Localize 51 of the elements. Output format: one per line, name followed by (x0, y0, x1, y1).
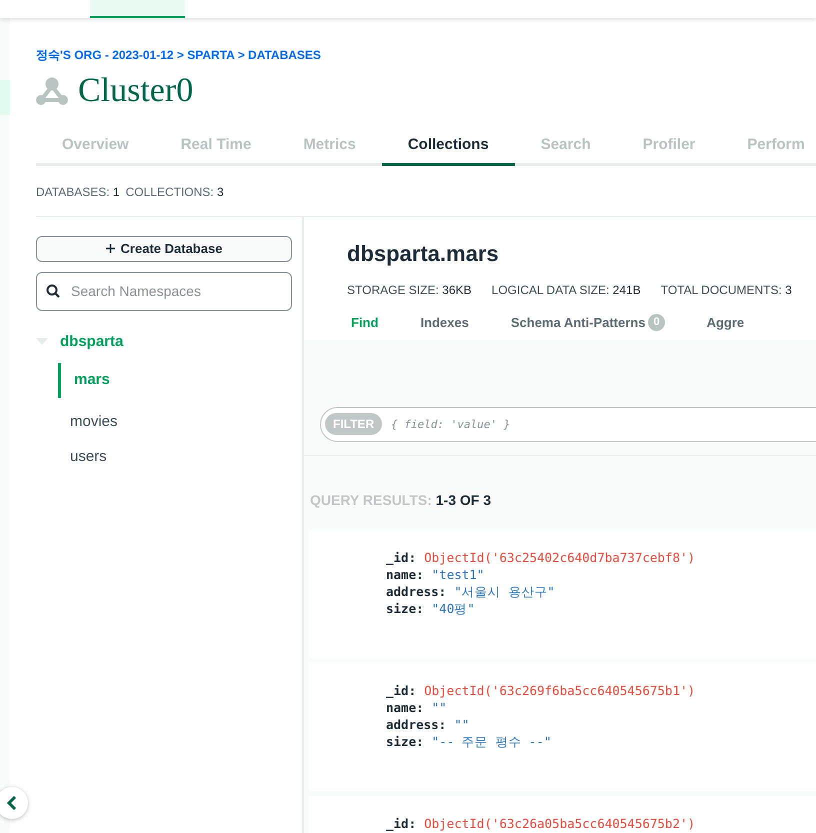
stat-text: STORAGE SIZE: 36KB (347, 282, 472, 298)
breadcrumb[interactable]: 정숙'S ORG - 2023-01-12 > SPARTA > DATABASES (36, 46, 816, 64)
tab[interactable]: Metrics (277, 134, 382, 166)
collection-item[interactable]: users (70, 440, 292, 475)
cluster-title: Cluster0 (78, 74, 194, 108)
stat-text: DATABASES: 1 (36, 184, 120, 200)
create-database-button[interactable]: Create Database (36, 236, 292, 262)
stat-text: LOGICAL DATA SIZE: 241B (492, 282, 641, 298)
field-key: _id: (386, 549, 416, 566)
tab[interactable]: Overview (36, 134, 155, 166)
tab[interactable]: Perform (721, 134, 816, 166)
stat-text: COLLECTIONS: 3 (126, 184, 224, 200)
field-value: "-- 주문 평수 --" (432, 733, 552, 750)
tab[interactable]: Schema Anti-Patterns 0 (502, 312, 673, 332)
field-key: address: (386, 716, 446, 733)
tab[interactable]: Search (514, 134, 617, 166)
field-key: size: (386, 733, 424, 750)
field-value: "" (454, 716, 470, 733)
tab[interactable]: Aggre (698, 312, 752, 332)
field-key: size: (386, 600, 424, 617)
tab[interactable]: Profiler (616, 134, 722, 166)
collapse-button[interactable] (0, 787, 28, 819)
search-field[interactable]: Search Namespaces (36, 272, 292, 310)
field-value: "40평" (432, 600, 475, 617)
search-icon (46, 284, 60, 298)
collection-title: dbsparta.mars (347, 242, 500, 264)
field-value: "test1" (432, 566, 484, 583)
stat-text: TOTAL DOCUMENTS: 3 (660, 282, 792, 298)
database-item[interactable]: dbsparta (60, 330, 124, 353)
tab[interactable]: Indexes (412, 312, 477, 332)
count-badge: 0 (648, 314, 665, 331)
collection-item[interactable]: movies (70, 405, 292, 440)
cluster-icon (36, 77, 68, 105)
tab[interactable]: Collections (382, 134, 515, 166)
query-results-text: QUERY RESULTS: 1-3 OF 3 (310, 491, 492, 510)
field-value: ObjectId('63c25402c640d7ba737cebf8') (424, 549, 696, 566)
tab[interactable]: Find (343, 312, 386, 332)
field-key: name: (386, 566, 424, 583)
field-value: ObjectId('63c26a05ba5cc640545675b2') (424, 815, 696, 832)
field-key: name: (386, 699, 424, 716)
field-value: "서울시 용산구" (454, 583, 555, 600)
tab[interactable]: Real Time (154, 134, 278, 166)
collection-item[interactable]: mars (58, 363, 292, 398)
field-key: _id: (386, 815, 416, 832)
plus-icon (106, 244, 115, 253)
field-value: ObjectId('63c269f6ba5cc640545675b1') (424, 682, 696, 699)
field-key: _id: (386, 682, 416, 699)
chevron-left-icon (7, 796, 17, 810)
field-value: "" (432, 699, 447, 716)
field-key: address: (386, 583, 446, 600)
filter-label: FILTER (325, 413, 382, 435)
